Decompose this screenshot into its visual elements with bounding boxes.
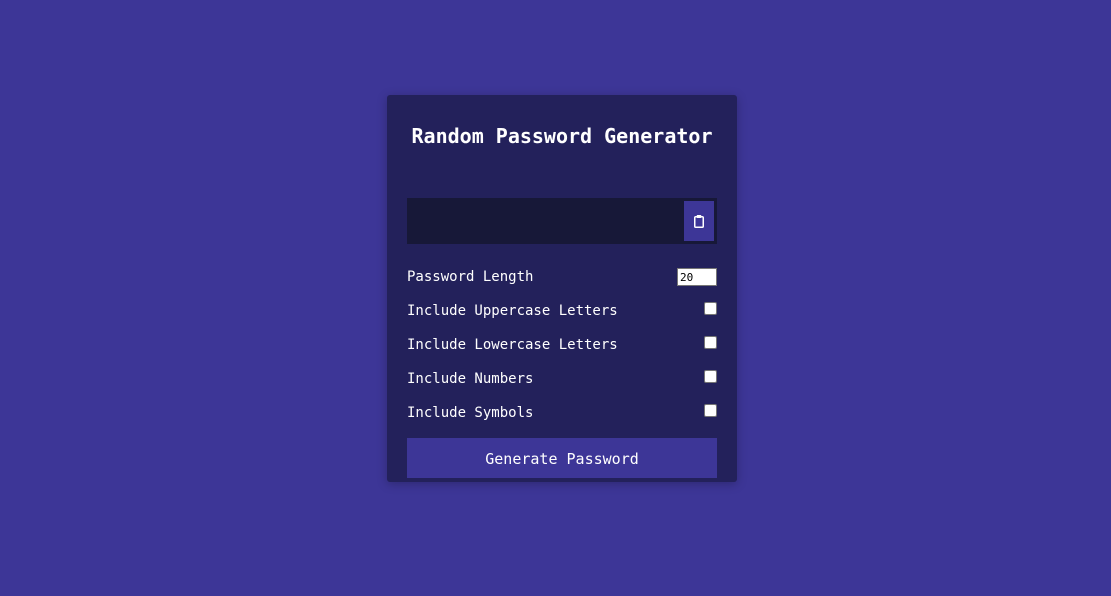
password-generator-card: Random Password Generator Password Lengt… <box>387 95 737 482</box>
numbers-checkbox[interactable] <box>704 369 717 383</box>
setting-lowercase: Include Lowercase Letters <box>407 328 717 362</box>
lowercase-checkbox[interactable] <box>704 335 717 349</box>
uppercase-checkbox[interactable] <box>704 301 717 315</box>
lowercase-label: Include Lowercase Letters <box>407 337 618 353</box>
setting-password-length: Password Length <box>407 260 717 294</box>
copy-to-clipboard-button[interactable] <box>684 201 714 241</box>
clipboard-icon <box>694 214 704 228</box>
symbols-label: Include Symbols <box>407 405 534 421</box>
setting-symbols: Include Symbols <box>407 396 717 430</box>
setting-uppercase: Include Uppercase Letters <box>407 294 717 328</box>
page-title: Random Password Generator <box>411 124 713 148</box>
password-length-label: Password Length <box>407 269 534 285</box>
password-length-input[interactable] <box>677 268 717 286</box>
generate-password-button[interactable]: Generate Password <box>407 438 717 478</box>
numbers-label: Include Numbers <box>407 371 534 387</box>
password-result-container <box>407 198 717 244</box>
uppercase-label: Include Uppercase Letters <box>407 303 618 319</box>
symbols-checkbox[interactable] <box>704 403 717 417</box>
setting-numbers: Include Numbers <box>407 362 717 396</box>
